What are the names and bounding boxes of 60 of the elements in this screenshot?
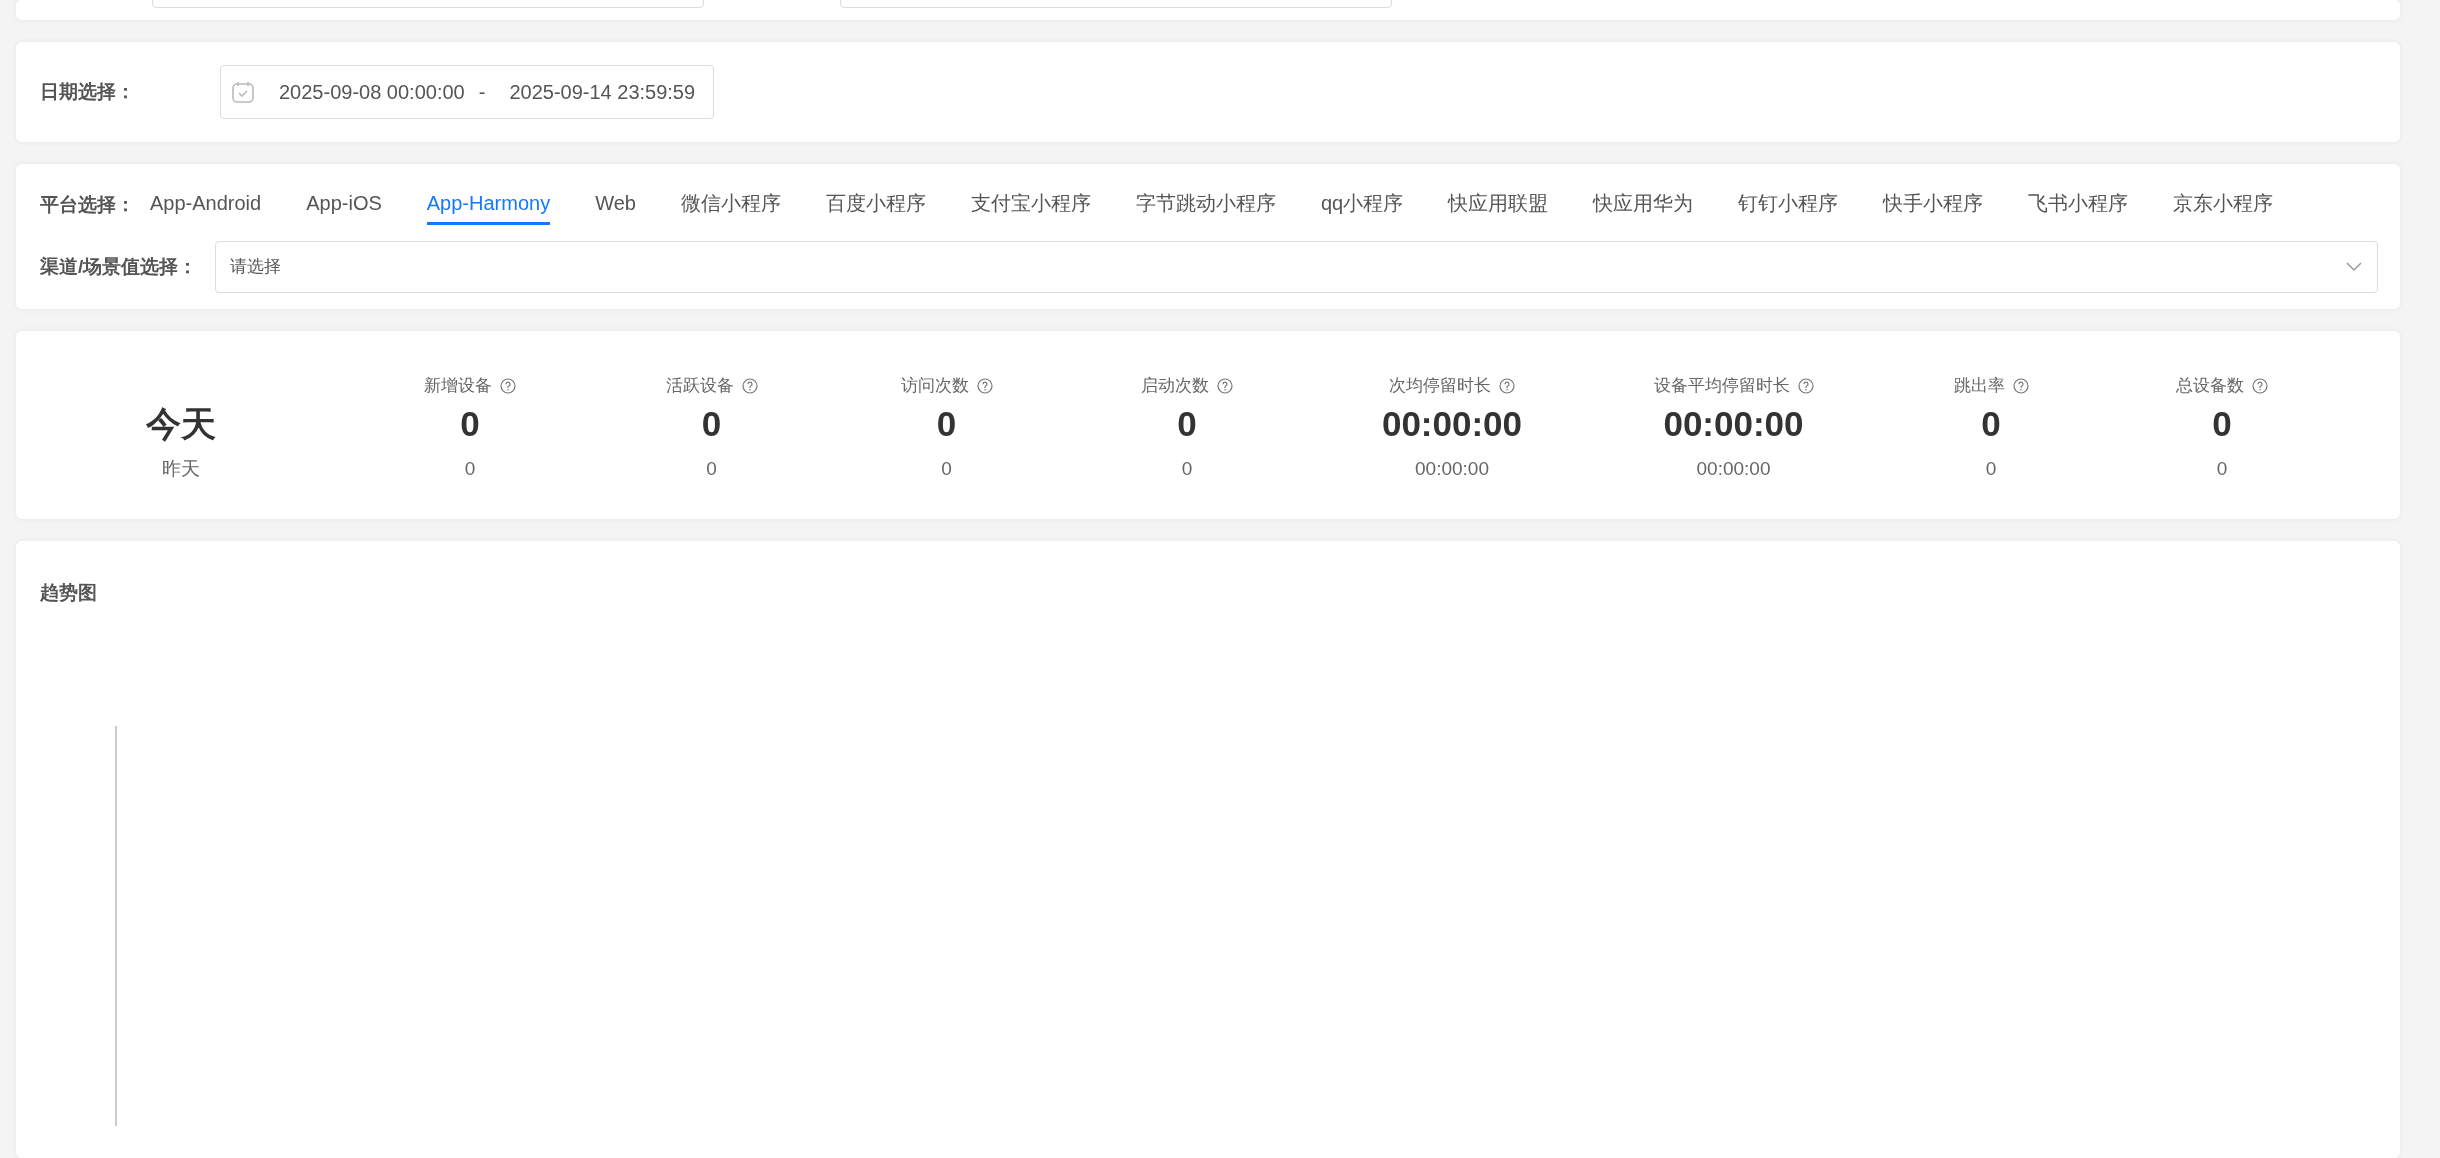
platform-tab[interactable]: qq小程序 — [1320, 186, 1404, 225]
metric-label: 总设备数 — [2176, 375, 2244, 398]
metric-value: 0 — [2212, 403, 2232, 445]
help-icon — [1217, 378, 1233, 394]
metric-value: 00:00:00 — [1696, 456, 1771, 481]
metric-value: 0 — [1177, 403, 1197, 445]
metric-value: 0 — [701, 403, 722, 445]
metric-value: 00:00:00 — [1663, 403, 1804, 445]
metric-label: 跳出率 — [1953, 375, 2005, 398]
metric-value: 00:00:00 — [1381, 403, 1523, 445]
date-value: 2025-09-14 23:59:59 — [509, 80, 696, 105]
metric-value: 0 — [936, 403, 957, 445]
platform-tab[interactable]: 京东小程序 — [2173, 186, 2274, 225]
platform-tab[interactable]: 微信小程序 — [680, 186, 781, 225]
help-icon — [1797, 378, 1814, 394]
calendar-icon — [231, 80, 255, 104]
metric-value: 0 — [1181, 456, 1193, 481]
metric-label: 新增设备 — [424, 375, 492, 398]
filter-label: 日期选择： — [40, 79, 136, 104]
metric-value: 00:00:00 — [1415, 456, 1489, 481]
help-icon — [741, 378, 758, 394]
platform-tab[interactable]: 快应用联盟 — [1448, 186, 1549, 225]
platform-tab[interactable]: 字节跳动小程序 — [1135, 186, 1276, 225]
metric-value: 0 — [706, 456, 717, 481]
platform-tab[interactable]: Web — [595, 186, 636, 225]
select-placeholder: 请选择 — [230, 256, 282, 279]
metric-value: 0 — [1985, 456, 1997, 481]
platform-tab[interactable]: 快应用华为 — [1593, 186, 1694, 225]
metric-value: 0 — [2216, 456, 2228, 481]
metric-value: 0 — [941, 456, 952, 481]
date-value: 2025-09-08 00:00:00 — [279, 80, 465, 105]
chart-title: 趋势图 — [40, 581, 98, 605]
platform-tab[interactable]: 百度小程序 — [825, 186, 926, 225]
range-separator: - — [478, 80, 486, 105]
metric-value: 0 — [460, 403, 480, 445]
help-icon — [500, 378, 516, 394]
platform-tab[interactable]: 钉钉小程序 — [1738, 186, 1839, 225]
filter-label: 渠道/场景值选择： — [40, 254, 198, 279]
help-icon — [2252, 378, 2268, 394]
metric-value: 0 — [464, 456, 476, 481]
filter-label: 平台选择： — [40, 193, 135, 218]
platform-tab[interactable]: App-Harmony — [426, 186, 551, 225]
date-range-picker[interactable]: 2025-09-08 00:00:00 - 2025-09-14 23:59:59 — [220, 65, 715, 119]
platform-tab[interactable]: App-iOS — [306, 186, 382, 225]
metric-label: 访问次数 — [900, 375, 969, 398]
period-label: 昨天 — [162, 456, 200, 481]
platform-tab[interactable]: App-Android — [150, 186, 262, 225]
metric-value: 0 — [1981, 403, 2001, 445]
help-icon — [2012, 378, 2029, 394]
metric-label: 设备平均停留时长 — [1653, 375, 1790, 398]
metric-label: 活跃设备 — [665, 375, 734, 398]
metric-label: 启动次数 — [1141, 375, 1209, 398]
help-icon — [1499, 378, 1515, 394]
channel-select[interactable]: 请选择 — [215, 241, 2378, 293]
metric-label: 次均停留时长 — [1389, 375, 1491, 398]
platform-tab[interactable]: 快手小程序 — [1883, 186, 1984, 225]
platform-tab[interactable]: 支付宝小程序 — [970, 186, 1091, 225]
platform-tab[interactable]: 飞书小程序 — [2028, 186, 2129, 225]
help-icon — [976, 378, 993, 394]
period-label: 今天 — [146, 403, 216, 445]
